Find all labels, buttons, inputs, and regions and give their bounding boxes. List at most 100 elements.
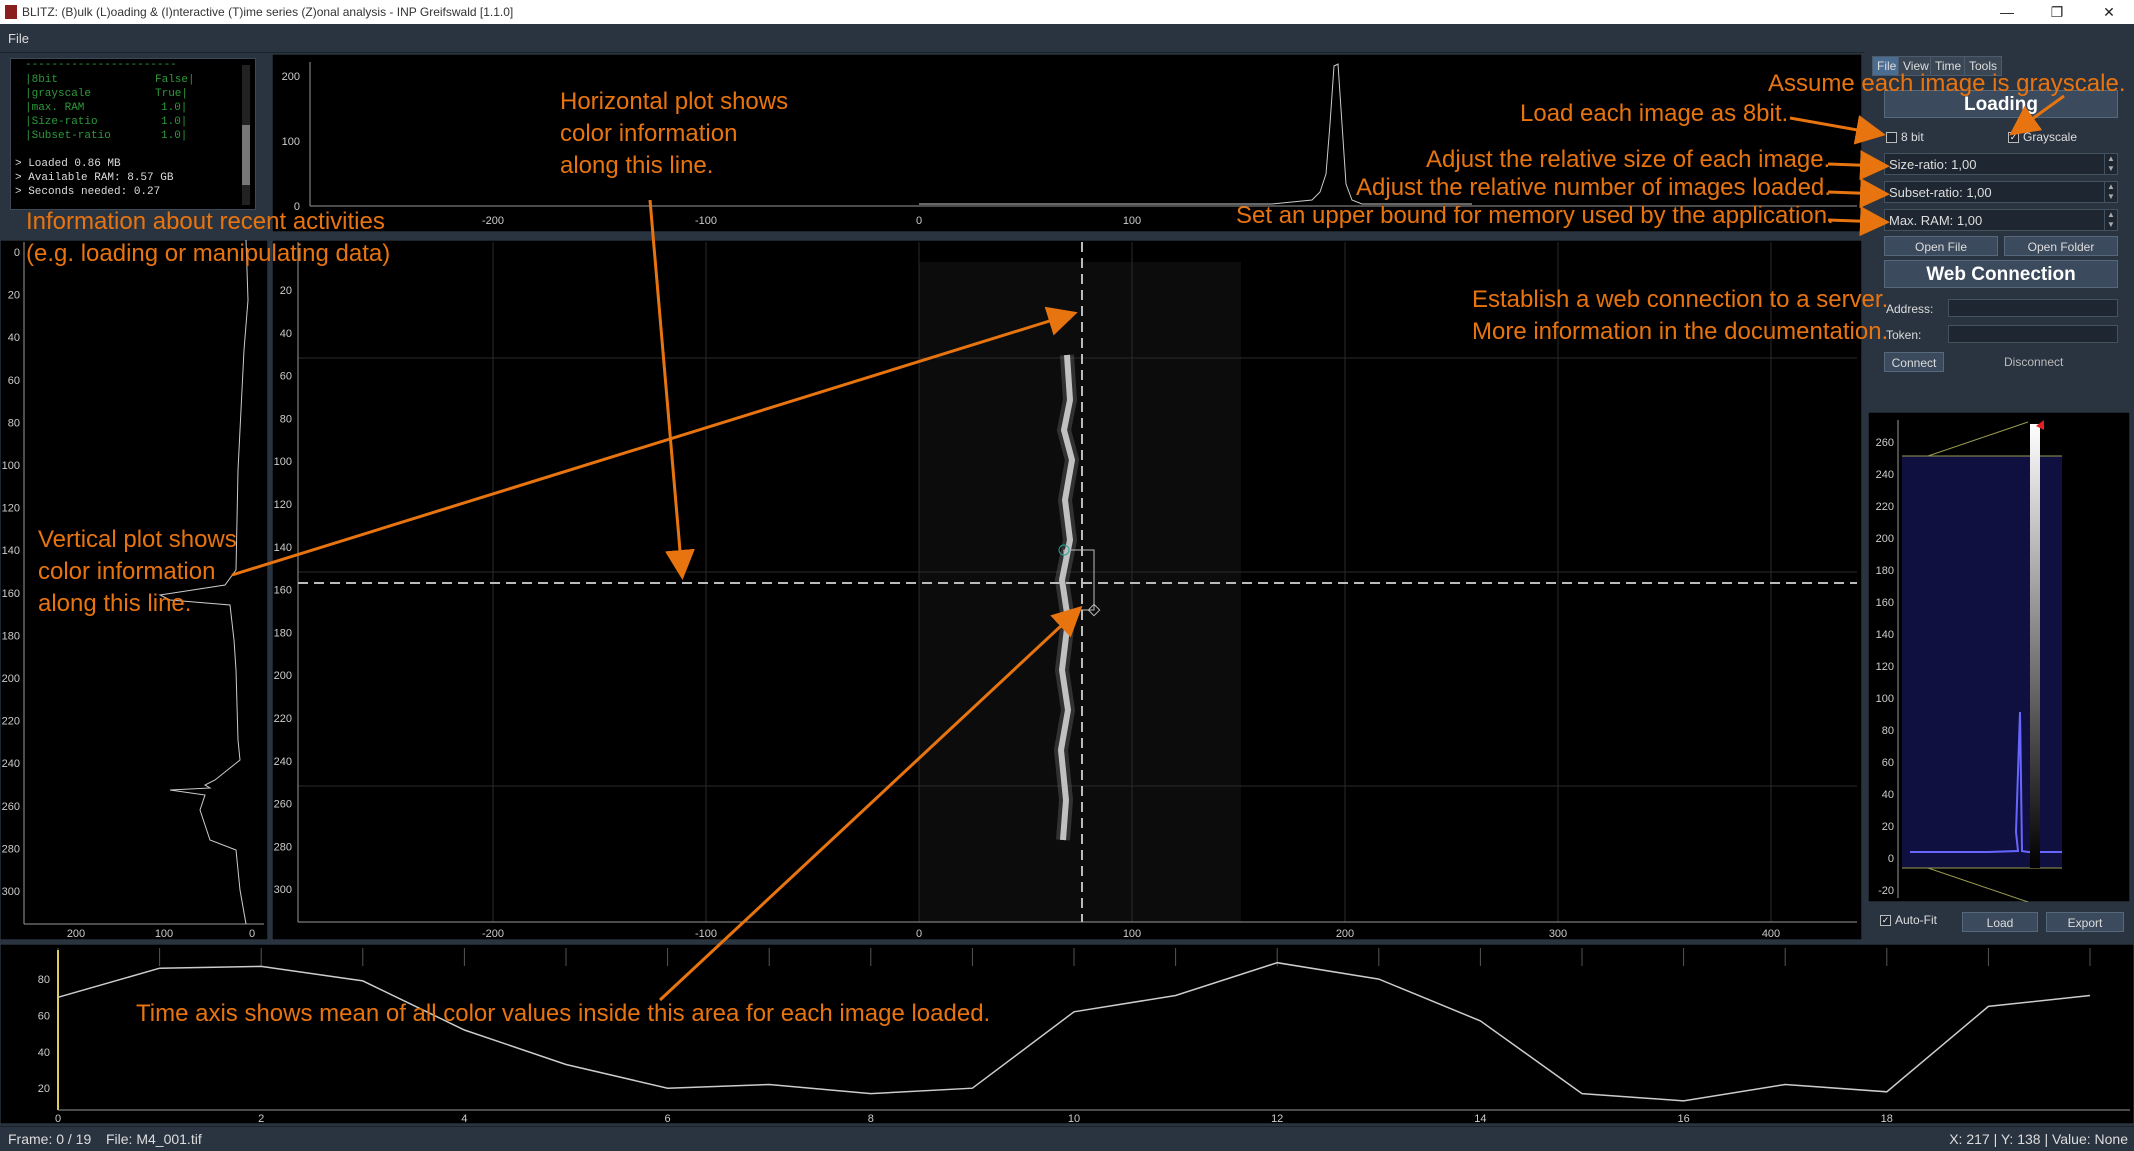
cursor-readout: X: 217 | Y: 138 | Value: None [1949,1131,2128,1147]
tick-label: -200 [482,215,504,227]
menu-bar: File [0,24,2134,53]
annotation-line: More information in the documentation. [1472,318,1889,345]
tick-label: 80 [38,974,50,986]
annotation-time-axis: Time axis shows mean of all color values… [136,1000,991,1027]
tick-label: 280 [2,843,20,855]
histogram-load-button[interactable]: Load [1962,912,2038,932]
address-input[interactable] [1948,299,2118,317]
log-key: |8bit [25,74,59,86]
title-bar: BLITZ: (B)ulk (L)oading & (I)nteractive … [0,0,2134,24]
tick-label: 100 [1123,215,1141,227]
annotation-line: color information [38,558,216,585]
spin-arrows[interactable]: ▲ ▼ [2104,182,2117,202]
tick-label: 200 [282,71,300,83]
tick-label: 20 [38,1083,50,1095]
tick-label: 40 [38,1047,50,1059]
checkbox-box[interactable] [1886,132,1897,144]
app-icon [5,5,17,19]
log-val: True| [155,88,189,100]
disconnect-button[interactable]: Disconnect [2004,355,2063,369]
max-ram-spinbox[interactable]: Max. RAM: 1,00 ▲ ▼ [1884,209,2118,231]
max-ram-value: Max. RAM: 1,00 [1889,213,1983,228]
log-key: |Subset-ratio [25,130,111,142]
size-ratio-spinbox[interactable]: Size-ratio: 1,00 ▲ ▼ [1884,153,2118,175]
tick-label: 400 [1762,928,1780,940]
subset-ratio-spinbox[interactable]: Subset-ratio: 1,00 ▲ ▼ [1884,181,2118,203]
maximize-button[interactable]: ❐ [2042,2,2072,22]
tick-label: 200 [67,928,85,940]
log-val: 1.0| [161,116,188,128]
tick-label: 0 [916,215,922,227]
annotation-max-ram: Set an upper bound for memory used by th… [1236,202,1834,229]
timeline-plot[interactable]: 80 60 40 20 0 2 4 6 8 10 12 14 16 18 [0,944,2134,1124]
tick-label: 120 [274,499,292,511]
tick-label: 16 [1677,1113,1689,1124]
annotation-web: Establish a web connection to a server. … [1472,284,1888,348]
tick-label: 40 [1882,789,1894,801]
log-key: |grayscale [25,88,92,100]
subset-ratio-value: Subset-ratio: 1,00 [1889,185,1992,200]
window-title: BLITZ: (B)ulk (L)oading & (I)nteractive … [22,5,514,19]
log-key: |Size-ratio [25,116,98,128]
web-connection-header: Web Connection [1884,260,2118,288]
close-button[interactable]: ✕ [2094,2,2124,22]
tick-label: -100 [695,215,717,227]
tick-label: 160 [274,585,292,597]
tick-label: 260 [274,799,292,811]
minimize-button[interactable]: — [1992,2,2022,22]
frame-counter: Frame: 0 / 19 [8,1131,92,1147]
histogram-export-button[interactable]: Export [2046,912,2124,932]
tick-label: 240 [274,756,292,768]
tick-label: 200 [1876,533,1894,545]
tick-label: 40 [8,332,20,344]
checkbox-box[interactable]: ✓ [2008,132,2019,144]
token-label: Token: [1886,328,1922,342]
checkbox-grayscale[interactable]: ✓ Grayscale [2008,130,2077,144]
tick-label: 240 [1876,469,1894,481]
tick-label: 260 [1876,437,1894,449]
tick-label: 100 [274,456,292,468]
log-line: > Loaded 0.86 MB [15,158,121,170]
tick-label: 140 [1876,629,1894,641]
tick-label: 240 [2,758,20,770]
checkbox-autofit[interactable]: ✓ Auto-Fit [1880,913,1937,927]
log-val: 1.0| [161,130,188,142]
tick-label: 0 [14,247,20,259]
checkbox-label: 8 bit [1901,130,1924,144]
tick-label: 18 [1881,1113,1893,1124]
image-area [919,262,1241,922]
open-file-button[interactable]: Open File [1884,236,1998,256]
tick-label: 8 [868,1113,874,1124]
tick-label: 120 [2,503,20,515]
tick-label: 160 [1876,597,1894,609]
tick-label: 220 [1876,501,1894,513]
log-scrollbar[interactable] [242,65,250,205]
menu-file[interactable]: File [8,31,29,46]
gradient-bar[interactable] [2030,424,2040,868]
checkbox-8bit[interactable]: 8 bit [1886,130,1924,144]
tick-label: 10 [1068,1113,1080,1124]
tick-label: 60 [280,371,292,383]
checkbox-label: Auto-Fit [1895,913,1938,927]
connect-button[interactable]: Connect [1884,352,1944,372]
tick-label: 80 [8,417,20,429]
histogram-panel[interactable]: 260240220200180160140120100806040200-20 [1868,412,2130,902]
annotation-info: Information about recent activities (e.g… [26,206,390,270]
tick-label: 60 [38,1010,50,1022]
file-name: File: M4_001.tif [106,1131,202,1147]
open-folder-button[interactable]: Open Folder [2004,236,2118,256]
tick-label: -100 [695,928,717,940]
spin-arrows[interactable]: ▲ ▼ [2104,154,2117,174]
checkbox-box[interactable]: ✓ [1880,915,1891,927]
token-input[interactable] [1948,325,2118,343]
tick-label: 100 [2,460,20,472]
tick-label: 20 [280,285,292,297]
annotation-line: Information about recent activities [26,208,385,235]
tick-label: 220 [274,713,292,725]
tick-label: -200 [482,928,504,940]
spin-arrows[interactable]: ▲ ▼ [2104,210,2117,230]
tick-label: 4 [461,1113,467,1124]
tick-label: 280 [274,841,292,853]
tick-label: 6 [665,1113,671,1124]
tick-label: 0 [916,928,922,940]
